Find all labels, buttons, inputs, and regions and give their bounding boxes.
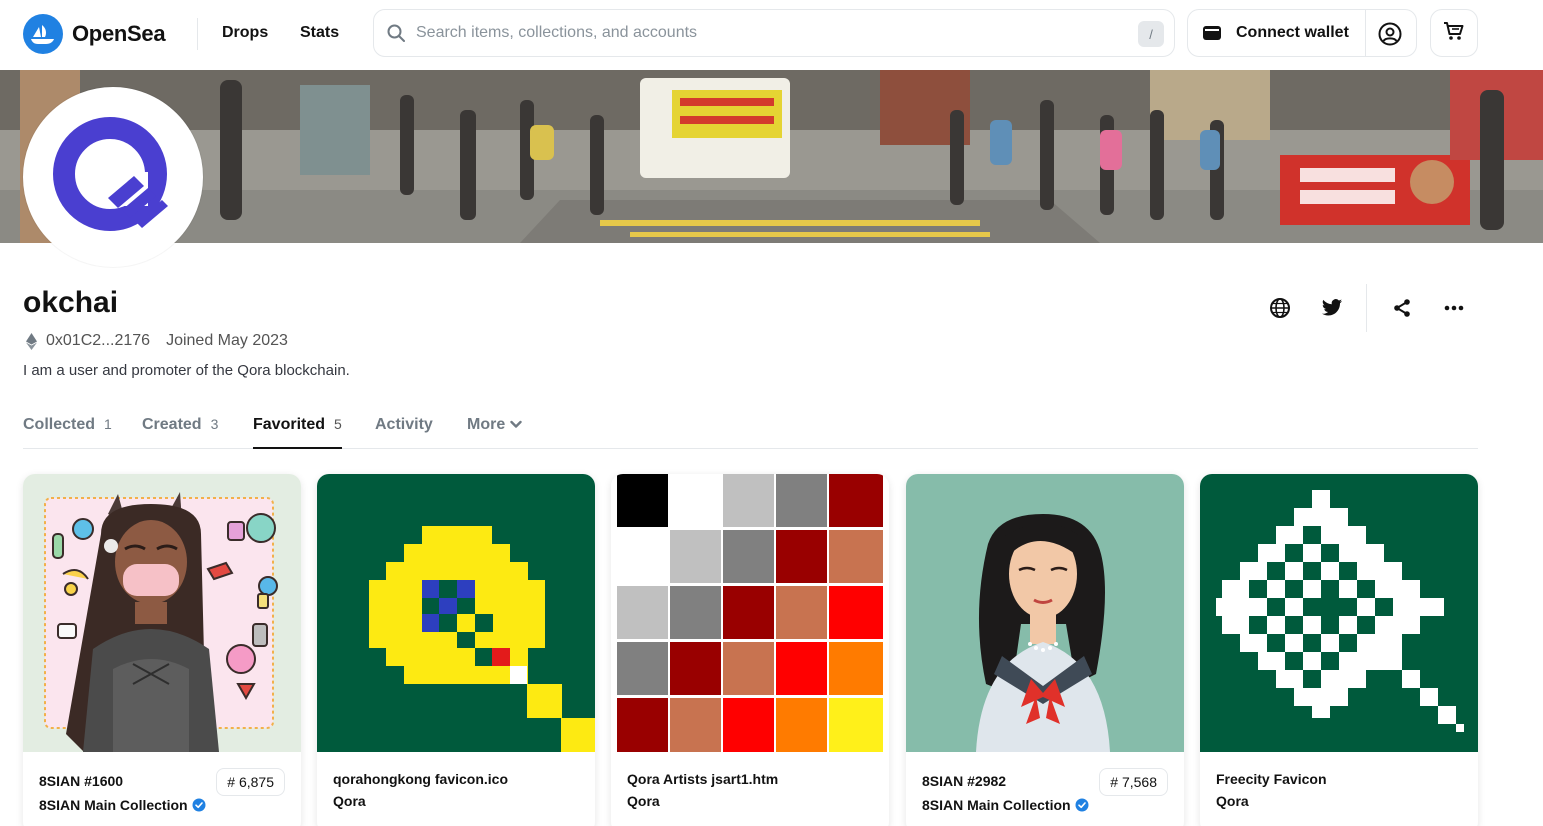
search-bar[interactable]: / <box>373 9 1175 57</box>
search-icon <box>386 23 406 43</box>
nft-card[interactable]: Qora Artists jsart1.htm Qora <box>611 474 889 826</box>
connect-wallet-button[interactable]: Connect wallet <box>1187 9 1417 57</box>
tab-more[interactable]: More <box>467 416 522 449</box>
nft-name: 8SIAN #1600 <box>39 773 124 789</box>
nav-stats[interactable]: Stats <box>300 24 339 42</box>
nft-image <box>317 474 595 752</box>
nft-image <box>611 474 889 752</box>
nft-collection[interactable]: 8SIAN Main Collection <box>922 797 1089 813</box>
rarity-rank-badge: # 6,875 <box>216 768 285 796</box>
nft-image <box>23 474 301 752</box>
nav-drops[interactable]: Drops <box>222 24 268 42</box>
tab-count: 3 <box>210 416 219 432</box>
collection-name: 8SIAN Main Collection <box>39 797 188 813</box>
profile-avatar <box>23 87 203 267</box>
nft-collection[interactable]: Qora <box>627 793 660 809</box>
rarity-rank-badge: # 7,568 <box>1099 768 1168 796</box>
cart-icon <box>1443 20 1465 47</box>
brand-name: OpenSea <box>72 21 166 46</box>
qora-logo-icon <box>53 117 168 231</box>
nft-image <box>906 474 1184 752</box>
collection-name: 8SIAN Main Collection <box>922 797 1071 813</box>
joined-date: Joined May 2023 <box>166 332 288 349</box>
nft-card[interactable]: Freecity Favicon Qora <box>1200 474 1478 826</box>
nft-image <box>1200 474 1478 752</box>
search-shortcut-badge: / <box>1138 21 1164 47</box>
nft-card[interactable]: 8SIAN #2982 # 7,568 8SIAN Main Collectio… <box>906 474 1184 826</box>
tab-label: Collected <box>23 416 96 433</box>
nft-name: Freecity Favicon <box>1216 771 1327 787</box>
tab-label: Favorited <box>253 416 326 433</box>
wallet-icon <box>1202 24 1222 42</box>
profile-bio: I am a user and promoter of the Qora blo… <box>23 362 350 379</box>
opensea-logo[interactable]: OpenSea <box>23 14 166 54</box>
opensea-logo-icon <box>23 14 63 54</box>
tab-label: More <box>467 416 506 433</box>
tab-favorited[interactable]: Favorited 5 <box>253 416 342 449</box>
verified-icon <box>192 798 206 812</box>
share-icon[interactable] <box>1390 296 1414 320</box>
ethereum-icon <box>26 332 37 350</box>
collection-name: Qora <box>333 793 366 809</box>
profile-meta: 0x01C2...2176 Joined May 2023 <box>26 332 288 350</box>
nft-card[interactable]: qorahongkong favicon.ico Qora <box>317 474 595 826</box>
tab-label: Created <box>142 416 202 433</box>
connect-wallet-label: Connect wallet <box>1236 24 1349 41</box>
account-icon[interactable] <box>1378 22 1402 46</box>
nav-divider <box>197 18 198 50</box>
globe-icon[interactable] <box>1268 296 1292 320</box>
search-input[interactable] <box>416 24 1116 42</box>
tab-count: 1 <box>104 416 112 432</box>
profile-username: okchai <box>23 286 119 319</box>
profile-banner-image <box>0 70 1543 243</box>
tab-count: 5 <box>334 416 342 432</box>
nft-name: Qora Artists jsart1.htm <box>627 771 779 787</box>
nft-name: qorahongkong favicon.ico <box>333 771 509 787</box>
collection-name: Qora <box>1216 793 1249 809</box>
actions-divider <box>1366 284 1367 332</box>
nft-collection[interactable]: 8SIAN Main Collection <box>39 797 206 813</box>
nft-collection[interactable]: Qora <box>1216 793 1249 809</box>
top-nav: OpenSea Drops Stats / Connect wallet <box>0 0 1543 70</box>
tab-activity[interactable]: Activity <box>375 416 433 449</box>
tab-collected[interactable]: Collected 1 <box>23 416 112 449</box>
profile-actions <box>1265 284 1475 332</box>
profile-tabs: Collected 1 Created 3 Favorited 5 Activity … <box>23 412 1478 449</box>
wallet-address[interactable]: 0x01C2...2176 <box>46 332 150 350</box>
connect-divider <box>1365 10 1366 56</box>
nft-collection[interactable]: Qora <box>333 793 366 809</box>
chevron-down-icon <box>510 416 522 434</box>
more-icon[interactable] <box>1442 296 1466 320</box>
tab-label: Activity <box>375 416 433 433</box>
collection-name: Qora <box>627 793 660 809</box>
nft-card[interactable]: 8SIAN #1600 # 6,875 8SIAN Main Collectio… <box>23 474 301 826</box>
cart-button[interactable] <box>1430 9 1478 57</box>
twitter-icon[interactable] <box>1320 296 1344 320</box>
verified-icon <box>1075 798 1089 812</box>
nft-name: 8SIAN #2982 <box>922 773 1007 789</box>
tab-created[interactable]: Created 3 <box>142 416 218 449</box>
